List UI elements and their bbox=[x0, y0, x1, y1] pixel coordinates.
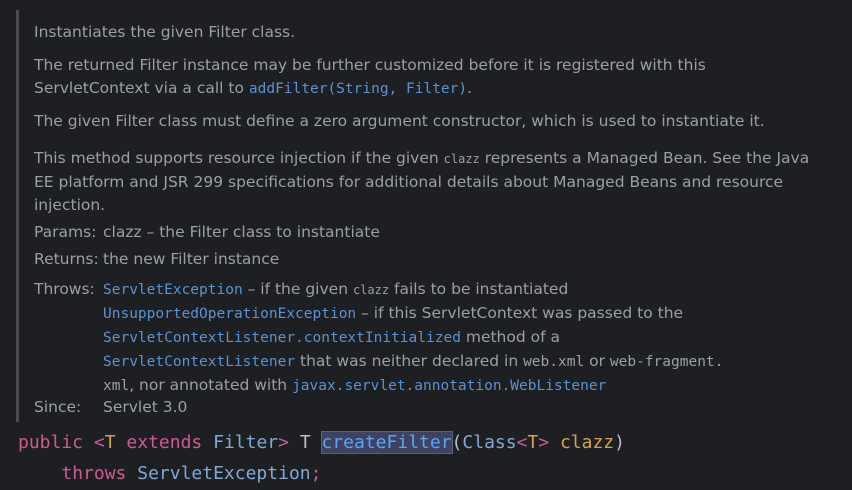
paragraph-text: . bbox=[467, 79, 473, 97]
params-label: Params: bbox=[34, 223, 97, 241]
throws-item: ServletException – if the given clazz fa… bbox=[103, 278, 816, 302]
throws-item: UnsupportedOperationException – if this … bbox=[103, 302, 816, 326]
paragraph-text: EE platform and JSR 299 specifications f… bbox=[34, 173, 784, 191]
inline-code-clazz: clazz bbox=[443, 152, 480, 166]
throws-text: – if this ServletContext was passed to t… bbox=[356, 304, 684, 322]
keyword-public: public bbox=[18, 432, 84, 453]
inline-code-clazz: clazz bbox=[352, 283, 390, 297]
since-label: Since: bbox=[34, 398, 82, 416]
throws-clause-line: throws ServletException; bbox=[18, 459, 321, 489]
throws-line: xml, nor annotated with javax.servlet.an… bbox=[103, 374, 816, 398]
link-addfilter[interactable]: addFilter(String, Filter) bbox=[249, 81, 467, 97]
paragraph-text: injection. bbox=[34, 196, 106, 214]
paragraph-text: ServletContext via a call to bbox=[34, 79, 249, 97]
type-parameter: T bbox=[104, 432, 116, 453]
link-web-listener[interactable]: javax.servlet.annotation.WebListener bbox=[292, 378, 606, 394]
punctuation: ) bbox=[614, 432, 625, 453]
punctuation: ; bbox=[310, 463, 322, 484]
throws-label: Throws: bbox=[34, 280, 95, 298]
params-value: clazz – the Filter class to instantiate bbox=[103, 223, 380, 241]
punctuation: > bbox=[278, 432, 289, 453]
method-name[interactable]: createFilter bbox=[320, 431, 453, 454]
punctuation: ( bbox=[451, 432, 463, 453]
type-parameter: T bbox=[527, 432, 539, 453]
params-row: Params: clazz – the Filter class to inst… bbox=[34, 221, 816, 244]
method-signature-line: public <T extends Filter> T createFilter… bbox=[18, 428, 625, 458]
since-value: Servlet 3.0 bbox=[103, 398, 188, 416]
doc-paragraph-constructor: The given Filter class must define a zer… bbox=[34, 110, 816, 133]
returns-label: Returns: bbox=[34, 250, 99, 268]
throws-text: method of a bbox=[460, 328, 560, 346]
paragraph-text: This method supports resource injection … bbox=[34, 149, 444, 167]
since-row: Since: Servlet 3.0 bbox=[34, 396, 816, 419]
link-context-initialized[interactable]: ServletContextListener.contextInitialize… bbox=[103, 330, 461, 346]
summary-text: Instantiates the given Filter class. bbox=[34, 23, 296, 41]
javadoc-popup: Instantiates the given Filter class. The… bbox=[16, 10, 816, 422]
throws-list: ServletException – if the given clazz fa… bbox=[103, 278, 816, 398]
link-servlet-exception[interactable]: ServletException bbox=[103, 282, 243, 298]
keyword-extends: extends bbox=[115, 432, 214, 453]
link-unsupported-operation-exception[interactable]: UnsupportedOperationException bbox=[103, 306, 356, 322]
returns-value: the new Filter instance bbox=[103, 250, 280, 268]
inline-code-web-fragment: web-fragment. bbox=[609, 354, 724, 370]
punctuation: > bbox=[538, 432, 550, 453]
throws-line: ServletContextListener that was neither … bbox=[103, 350, 816, 374]
return-type: T bbox=[288, 432, 322, 453]
throws-text: that was neither declared in bbox=[295, 352, 524, 370]
throws-line: ServletContextListener.contextInitialize… bbox=[103, 326, 816, 350]
paragraph-text: The given Filter class must define a zer… bbox=[34, 112, 765, 130]
parameter-clazz: clazz bbox=[549, 432, 615, 453]
throws-text: – if the given bbox=[242, 280, 353, 298]
throws-text: fails to be instantiated bbox=[389, 280, 569, 298]
inline-code-web-xml: web.xml bbox=[523, 354, 585, 370]
paragraph-text: The returned Filter instance may be furt… bbox=[34, 56, 706, 74]
keyword-throws: throws bbox=[61, 463, 127, 484]
paragraph-text: represents a Managed Bean. See the Java bbox=[479, 149, 810, 167]
link-servlet-context-listener[interactable]: ServletContextListener bbox=[103, 354, 295, 370]
punctuation: < bbox=[83, 432, 105, 453]
inline-code-xml: xml bbox=[103, 378, 130, 394]
type-servlet-exception[interactable]: ServletException bbox=[126, 463, 310, 484]
doc-paragraph-customize: The returned Filter instance may be furt… bbox=[34, 54, 816, 101]
paragraph-line: This method supports resource injection … bbox=[34, 147, 816, 171]
type-class[interactable]: Class bbox=[462, 432, 516, 453]
throws-text: , nor annotated with bbox=[129, 376, 293, 394]
type-filter[interactable]: Filter bbox=[213, 432, 278, 453]
throws-row: Throws: ServletException – if the given … bbox=[34, 278, 816, 394]
returns-row: Returns: the new Filter instance bbox=[34, 248, 816, 271]
doc-paragraph-injection: This method supports resource injection … bbox=[34, 147, 816, 217]
punctuation: < bbox=[516, 432, 528, 453]
throws-text: or bbox=[584, 352, 610, 370]
paragraph-line: ServletContext via a call to addFilter(S… bbox=[34, 77, 816, 101]
doc-summary: Instantiates the given Filter class. bbox=[34, 21, 816, 44]
